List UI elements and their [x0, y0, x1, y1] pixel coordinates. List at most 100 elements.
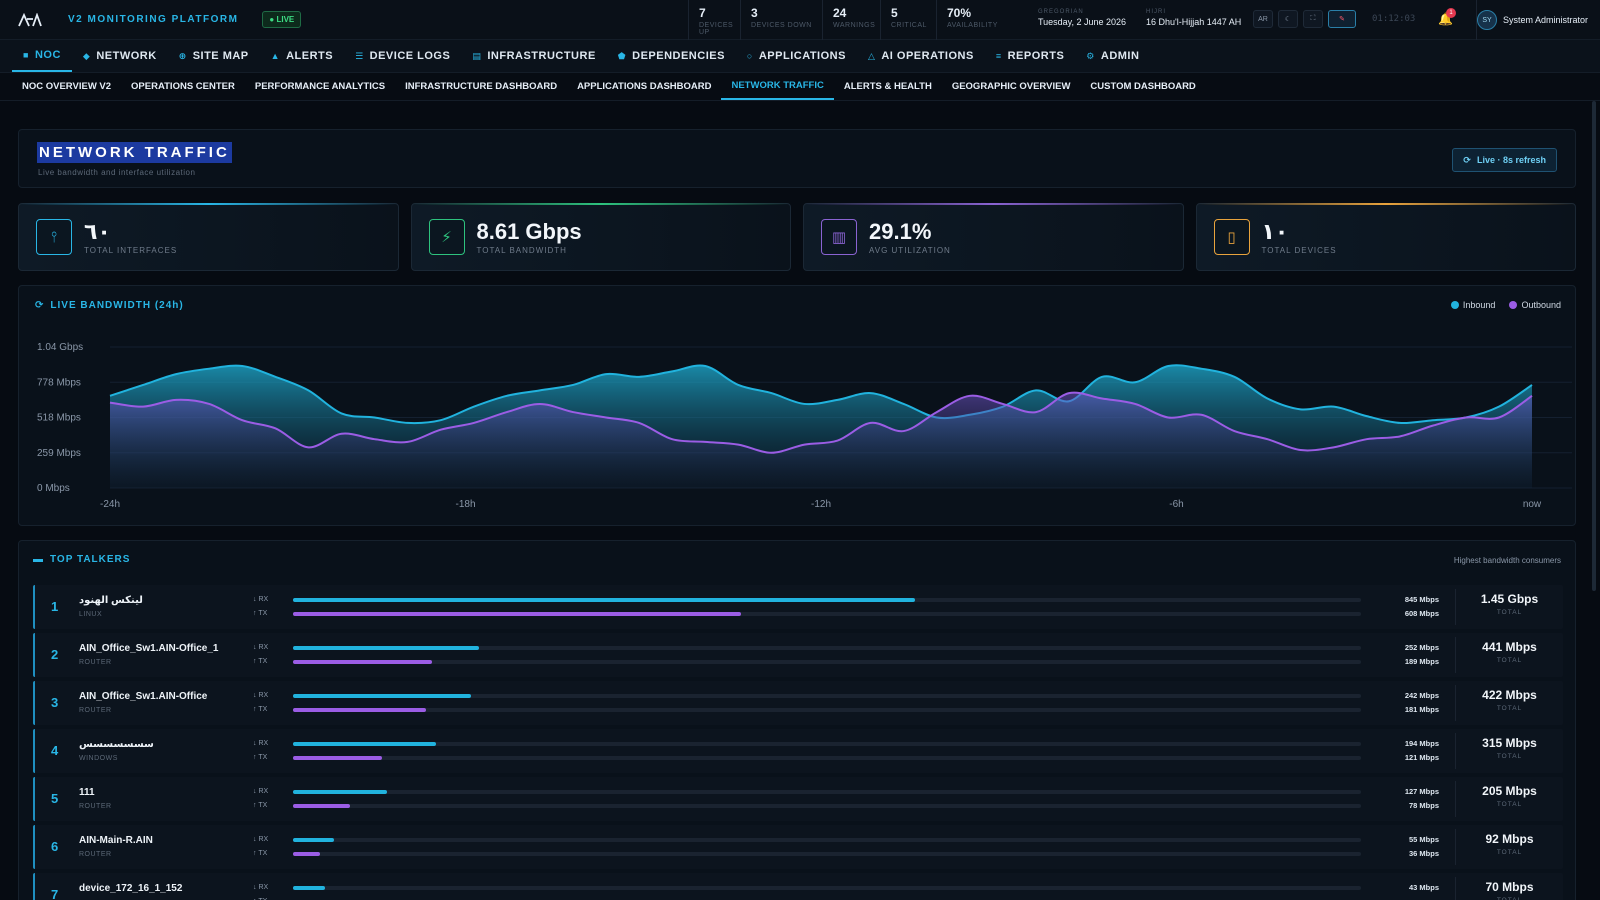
rx-bar	[293, 790, 387, 794]
talker-name[interactable]: 111	[79, 787, 95, 798]
nav-noc[interactable]: ■ NOC	[12, 40, 72, 72]
total-value: 70 Mbps	[1485, 880, 1534, 894]
dependency-icon: ⬟	[617, 50, 627, 61]
stat-devices-up[interactable]: 7 DEVICES UP	[688, 0, 740, 40]
stat-warnings[interactable]: 24 WARNINGS	[822, 0, 880, 40]
total-value: 1.45 Gbps	[1480, 592, 1539, 606]
nav-ai-operations[interactable]: △ AI OPERATIONS	[857, 40, 985, 72]
theme-toggle-icon[interactable]: ☾	[1278, 10, 1298, 28]
tab-custom-dashboard[interactable]: CUSTOM DASHBOARD	[1080, 73, 1205, 100]
kpi-label: TOTAL INTERFACES	[84, 245, 178, 255]
talker-type: ROUTER	[79, 803, 112, 810]
nav-dependencies[interactable]: ⬟ DEPENDENCIES	[607, 40, 736, 72]
legend-outbound-swatch	[1509, 301, 1518, 309]
table-row[interactable]: 5 111 ROUTER ↓ RX ↑ TX 127 Mbps 78 Mbps 205 Mbp…	[33, 777, 1563, 821]
nav-label: ADMIN	[1100, 50, 1140, 62]
nav-alerts[interactable]: ▲ ALERTS	[260, 40, 344, 72]
table-row[interactable]: 1 لينكس الهنود LINUX ↓ RX ↑ TX 845 Mbps 608 Mb…	[33, 585, 1563, 629]
tx-label: ↑ TX	[253, 850, 268, 857]
talker-name[interactable]: لينكس الهنود	[79, 595, 143, 606]
nav-network[interactable]: ◆ NETWORK	[72, 40, 168, 72]
logo-icon[interactable]	[0, 0, 60, 40]
legend-outbound[interactable]: Outbound	[1509, 300, 1561, 310]
talker-name[interactable]: AIN_Office_Sw1.AIN-Office	[79, 691, 207, 702]
rx-bar	[293, 742, 436, 746]
rx-bar-track	[293, 742, 1361, 746]
top-talkers-subtitle: Highest bandwidth consumers	[1453, 556, 1561, 565]
legend-inbound[interactable]: Inbound	[1450, 300, 1495, 310]
kpi-card-avg-utilization[interactable]: ▥ 29.1% AVG UTILIZATION	[803, 203, 1184, 271]
globe-icon: ⊕	[178, 50, 187, 61]
nav-label: NOC	[34, 49, 61, 61]
top-bar: V2 MONITORING PLATFORM ● LIVE 7 DEVICES U…	[0, 0, 1600, 40]
live-badge: ● LIVE	[262, 11, 302, 28]
grid-icon: ■	[23, 50, 29, 60]
talker-rank: 6	[51, 839, 59, 854]
y-tick-label: 0 Mbps	[37, 483, 70, 494]
nav-applications[interactable]: ○ APPLICATIONS	[736, 40, 857, 72]
nav-admin[interactable]: ⚙ ADMIN	[1075, 40, 1150, 72]
tab-infrastructure-dashboard[interactable]: INFRASTRUCTURE DASHBOARD	[395, 73, 567, 100]
tx-bar-track	[293, 756, 1361, 760]
talker-name[interactable]: device_172_16_1_152	[79, 883, 182, 894]
legend-inbound-swatch	[1450, 301, 1459, 309]
tx-bar-track	[293, 804, 1361, 808]
talker-name[interactable]: AIN-Main-R.AIN	[79, 835, 153, 846]
fullscreen-icon[interactable]: ⛶	[1303, 10, 1323, 28]
stat-availability[interactable]: 70% AVAILABILITY	[936, 0, 1036, 40]
table-row[interactable]: 3 AIN_Office_Sw1.AIN-Office ROUTER ↓ RX ↑ TX…	[33, 681, 1563, 725]
network-icon: ◆	[82, 50, 91, 61]
table-row[interactable]: 7device_172_16_1_152↓ RX↑ TX43 Mbps70 Mb…	[33, 873, 1563, 900]
kpi-value: ١٠	[1261, 218, 1289, 244]
table-row[interactable]: 2 AIN_Office_Sw1.AIN-Office_1 ROUTER ↓ RX ↑ …	[33, 633, 1563, 677]
nav-label: APPLICATIONS	[758, 50, 846, 62]
total-label: TOTAL	[1496, 753, 1523, 760]
date-display: GREGORIAN Tuesday, 2 June 2026 HIJRI 16 Dh…	[1036, 0, 1260, 40]
rx-rate: 242 Mbps	[1404, 691, 1439, 700]
card-accent-line	[411, 203, 790, 205]
talker-name[interactable]: AIN_Office_Sw1.AIN-Office_1	[79, 643, 219, 654]
stat-devices-down[interactable]: 3 DEVICES DOWN	[740, 0, 822, 40]
tab-network-traffic[interactable]: NETWORK TRAFFIC	[721, 73, 834, 100]
tab-geographic-overview[interactable]: GEOGRAPHIC OVERVIEW	[942, 73, 1081, 100]
tab-noc-overview-v2[interactable]: NOC OVERVIEW V2	[12, 73, 121, 100]
x-tick-label: -18h	[455, 499, 475, 510]
page-header: NETWORK TRAFFIC Live bandwidth and inter…	[18, 129, 1576, 188]
nav-device-logs[interactable]: ☰ DEVICE LOGS	[344, 40, 461, 72]
kpi-value: 29.1%	[869, 218, 932, 244]
kpi-card-total-interfaces[interactable]: ⫯ ٦٠ TOTAL INTERFACES	[18, 203, 399, 271]
notification-bell-icon[interactable]: 🔔 1	[1438, 8, 1456, 26]
bandwidth-title: ⟳ LIVE BANDWIDTH (24h)	[35, 300, 184, 311]
rx-rate: 55 Mbps	[1408, 835, 1439, 844]
tx-label: ↑ TX	[253, 706, 268, 713]
nav-infrastructure[interactable]: ▤ INFRASTRUCTURE	[461, 40, 606, 72]
kpi-card-total-devices[interactable]: ▯ ١٠ TOTAL DEVICES	[1195, 203, 1576, 271]
y-tick-label: 259 Mbps	[37, 448, 81, 459]
live-refresh-button[interactable]: ⟳ Live · 8s refresh	[1452, 148, 1557, 172]
total-value: 441 Mbps	[1482, 640, 1537, 654]
language-button[interactable]: AR	[1253, 10, 1273, 28]
tab-performance-analytics[interactable]: PERFORMANCE ANALYTICS	[245, 73, 395, 100]
nav-site-map[interactable]: ⊕ SITE MAP	[168, 40, 260, 72]
total-value: 205 Mbps	[1482, 784, 1537, 798]
kpi-card-total-bandwidth[interactable]: ⚡ 8.61 Gbps TOTAL BANDWIDTH	[410, 203, 791, 271]
kpi-label: TOTAL DEVICES	[1261, 245, 1337, 255]
stat-critical[interactable]: 5 CRITICAL	[880, 0, 936, 40]
nav-reports[interactable]: ≡ REPORTS	[985, 40, 1075, 72]
table-row[interactable]: 6 AIN-Main-R.AIN ROUTER ↓ RX ↑ TX 55 Mbps 36 M…	[33, 825, 1563, 869]
talker-type: ROUTER	[79, 659, 112, 666]
total-value: 422 Mbps	[1482, 688, 1537, 702]
talker-name[interactable]: سسسسسسس	[79, 739, 154, 750]
tab-operations-center[interactable]: OPERATIONS CENTER	[121, 73, 245, 100]
page-scrollbar[interactable]	[1592, 101, 1596, 591]
y-tick-label: 1.04 Gbps	[37, 342, 83, 353]
pin-icon[interactable]: ✎	[1328, 10, 1356, 28]
total-value: 315 Mbps	[1482, 736, 1537, 750]
rx-rate: 845 Mbps	[1404, 595, 1439, 604]
kpi-text: 29.1% AVG UTILIZATION	[869, 218, 951, 255]
user-menu[interactable]: SY System Administrator	[1476, 0, 1588, 40]
tab-applications-dashboard[interactable]: APPLICATIONS DASHBOARD	[567, 73, 721, 100]
tab-alerts-health[interactable]: ALERTS & HEALTH	[834, 73, 942, 100]
table-row[interactable]: 4 سسسسسسس WINDOWS ↓ RX ↑ TX 194 Mbps 121 Mbps 3…	[33, 729, 1563, 773]
x-tick-label: now	[1523, 499, 1542, 510]
